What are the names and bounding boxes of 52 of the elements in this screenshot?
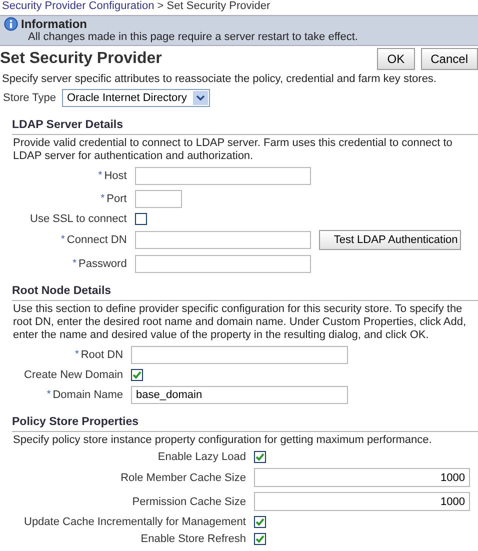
- section-description: Specify policy store instance property configuration for getting maximum performance.: [13, 434, 432, 447]
- section-description: Provide valid credential to connect to LDAP server. Farm uses this credential to connect to LDAP server for authentication and authorization.: [13, 137, 454, 163]
- ok-button[interactable]: OK: [377, 48, 415, 70]
- test-authentication-button[interactable]: Test LDAP Authentication: [318, 230, 461, 250]
- input-field[interactable]: [134, 167, 311, 185]
- page-description: Specify server specific attributes to reassociate the policy, credential and farm key stores.: [2, 73, 436, 85]
- field-label: Enable Store Refresh: [140, 533, 246, 545]
- field-label: Create New Domain: [24, 369, 124, 381]
- required-mark: *: [74, 349, 79, 360]
- field-label: Use SSL to connect: [30, 213, 127, 225]
- info-message: All changes made in this page require a server restart to take effect.: [27, 31, 358, 43]
- info-title: Information: [21, 17, 87, 31]
- section-title: Policy Store Properties: [11, 416, 139, 428]
- checkbox[interactable]: [134, 213, 147, 225]
- input-field[interactable]: [134, 231, 311, 249]
- required-mark: *: [98, 170, 102, 181]
- breadcrumb-link[interactable]: Security Provider Configuration: [2, 0, 154, 12]
- checkbox[interactable]: [131, 369, 144, 381]
- section-description: Use this section to define provider specific configuration for this security store. To specify the root DN, enter the desired root name and domain name. Under Custom Properties, click Add, enter the name and desired value of the property in the resulting dialog, and click OK.: [13, 303, 468, 342]
- field-label: Store Type: [3, 92, 56, 104]
- field-label: Update Cache Incrementally for Management: [24, 516, 246, 528]
- breadcrumb-separator: >: [156, 0, 165, 12]
- input-field[interactable]: [134, 255, 311, 273]
- input-field[interactable]: [134, 190, 182, 208]
- input-field[interactable]: base_domain: [131, 386, 348, 404]
- field-label: Domain Name: [52, 389, 124, 401]
- cancel-button[interactable]: Cancel: [420, 48, 478, 70]
- page-title: Set Security Provider: [0, 50, 163, 68]
- field-label: Password: [78, 258, 127, 270]
- checkbox[interactable]: [254, 451, 266, 463]
- field-label: Connect DN: [66, 234, 127, 246]
- section-title: Root Node Details: [11, 285, 112, 297]
- required-mark: *: [46, 389, 51, 400]
- field-label: Permission Cache Size: [132, 496, 246, 508]
- required-mark: *: [61, 234, 65, 245]
- store-type-dropdown[interactable]: Oracle Internet Directory: [62, 89, 210, 107]
- required-mark: *: [100, 193, 105, 204]
- input-field[interactable]: [131, 346, 348, 364]
- info-icon: [4, 17, 18, 31]
- breadcrumb-current: Set Security Provider: [166, 0, 270, 12]
- input-field[interactable]: 1000: [254, 492, 470, 511]
- field-label: Port: [106, 193, 127, 205]
- field-label: Root DN: [80, 349, 124, 361]
- caret-icon: [196, 95, 205, 101]
- field-label: Host: [104, 170, 127, 182]
- input-field[interactable]: 1000: [254, 468, 470, 487]
- field-label: Role Member Cache Size: [120, 472, 246, 484]
- section-title: LDAP Server Details: [11, 119, 124, 131]
- field-label: Enable Lazy Load: [158, 451, 246, 463]
- checkbox[interactable]: [254, 533, 266, 545]
- required-mark: *: [72, 258, 77, 269]
- checkbox[interactable]: [254, 516, 266, 528]
